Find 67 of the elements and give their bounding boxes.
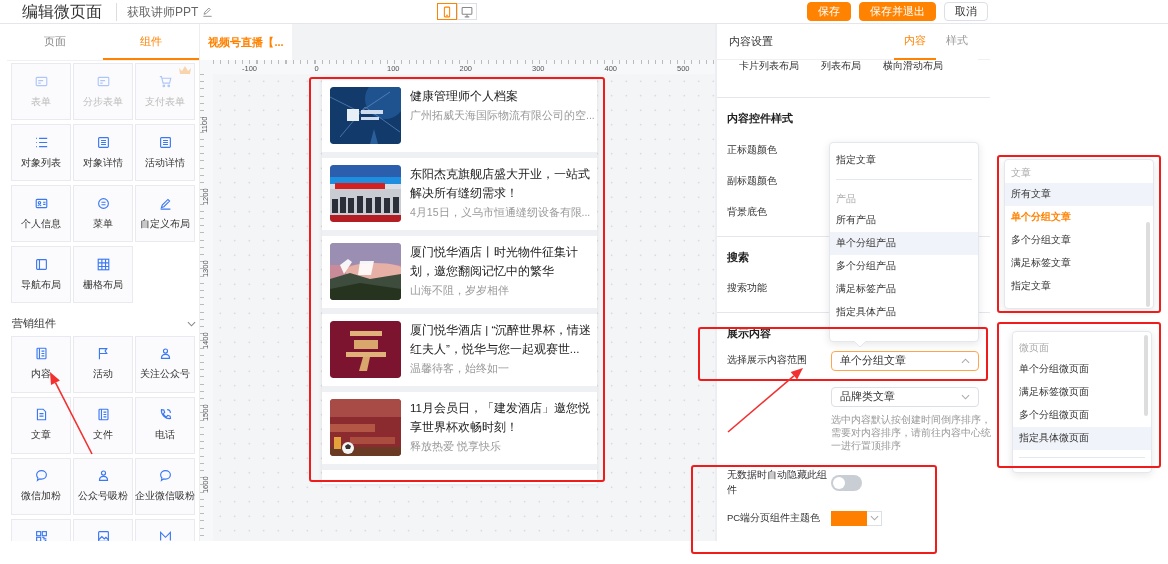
article-title: 厦门悦华酒店丨时光物件征集计划，邀您翻阅记忆中的繁华 (410, 245, 579, 279)
field-label: 正标题颜色 (727, 142, 777, 157)
component-tile[interactable]: 文章 (11, 396, 71, 454)
article-summary: 温馨待客，始终如一 (410, 361, 510, 376)
article-title: 厦门悦华酒店 | “沉醉世界杯，情迷红夫人”，悦华与您一起观赛世... (410, 323, 592, 357)
article-item[interactable]: 11月会员日，「建发酒店」邀您悦享世界杯欢畅时刻！ 释放热爱 悦享快乐 (322, 392, 597, 464)
field-label: 搜索功能 (727, 281, 767, 296)
component-tile[interactable]: 关注公众号 (135, 335, 195, 393)
component-tile[interactable]: 栅格布局 (73, 246, 133, 303)
dropdown-option[interactable]: 多个分组产品 (830, 255, 978, 278)
page-title: 编辑微页面 (22, 1, 102, 22)
field-label: 副标题颜色 (727, 173, 777, 188)
layout-option[interactable]: 卡片列表布局 (739, 60, 799, 97)
group-title: 营销组件 (12, 316, 56, 331)
article-title: 11月会员日，「建发酒店」邀您悦享世界杯欢畅时刻！ (410, 401, 591, 435)
field-label: 背景底色 (727, 204, 767, 219)
article-item[interactable]: 厦门悦华酒店 | “沉醉世界杯，情迷红夫人”，悦华与您一起观赛世... 温馨待客，始终如一 (322, 314, 597, 386)
component-tile[interactable]: 企业微信吸粉 (135, 457, 195, 515)
dropdown-option[interactable]: 指定具体产品 (830, 301, 978, 324)
component-tile[interactable]: 菜单 (73, 185, 133, 242)
option-group-label: 文章 (1010, 165, 1032, 180)
dropdown-option[interactable]: 满足标签文章 (1005, 252, 1153, 275)
component-tile[interactable]: 活动详情 (135, 124, 195, 181)
secondary-button[interactable]: 取消 (944, 2, 988, 21)
field-label: 选择展示内容范围 (727, 353, 808, 368)
article-item[interactable]: 健康管理师个人档案 广州拓威天海国际物流有限公司的空... (322, 80, 597, 152)
field-label: 无数据时自动隐藏此组件 (727, 468, 828, 497)
option-group-label: 微页面 (1018, 340, 1050, 355)
field-label: PC端分页组件主题色 (727, 510, 822, 525)
component-tile[interactable]: 微信加粉 (11, 457, 71, 515)
dropdown-option[interactable]: 指定具体微页面 (1013, 427, 1151, 450)
dropdown-option[interactable]: 多个分组文章 (1005, 229, 1153, 252)
dropdown-option[interactable]: 单个分组产品 (830, 232, 978, 255)
component-tile[interactable]: 电话 (135, 396, 195, 454)
layout-option[interactable]: 列表布局 (821, 60, 861, 97)
page-subtitle[interactable]: 获取讲师PPT (116, 2, 214, 21)
dropdown-option[interactable]: 指定文章 (830, 149, 978, 172)
article-summary: 山海不阻，岁岁相伴 (410, 283, 510, 298)
article-summary: 广州拓威天海国际物流有限公司的空... (410, 108, 595, 123)
dropdown-option[interactable]: 多个分组微页面 (1013, 404, 1151, 427)
component-tile[interactable]: 对象列表 (11, 124, 71, 181)
dropdown-option[interactable]: 指定文章 (1005, 275, 1153, 298)
component-tile[interactable]: 内容 (11, 335, 71, 393)
dropdown-option[interactable]: 所有文章 (1005, 183, 1153, 206)
section-title: 内容控件样式 (727, 111, 794, 126)
dropdown-option[interactable]: 满足标签产品 (830, 278, 978, 301)
component-tile[interactable]: 公众号吸粉 (73, 457, 133, 515)
dropdown-option[interactable]: 所有产品 (830, 209, 978, 232)
article-title: 健康管理师个人档案 (410, 89, 519, 104)
article-summary: 释放热爱 悦享快乐 (410, 439, 502, 454)
article-title: 东阳杰克旗舰店盛大开业，一站式解决所有缝纫需求！ (410, 167, 591, 201)
article-item[interactable]: 厦门悦华酒店丨时光物件征集计划，邀您翻阅记忆中的繁华 山海不阻，岁岁相伴 (322, 236, 597, 308)
component-tile[interactable]: 导航布局 (11, 246, 71, 303)
component-tile[interactable]: 个人信息 (11, 185, 71, 242)
range-select[interactable]: 单个分组文章 (831, 350, 979, 371)
component-tile[interactable]: 自定义布局 (135, 185, 195, 242)
component-tile[interactable]: 文件 (73, 396, 133, 454)
article-item[interactable]: 东阳杰克旗舰店盛大开业，一站式解决所有缝纫需求！ 4月15日，义乌市恒通缝纫设备有限... (322, 158, 597, 230)
dropdown-option[interactable]: 满足标签微页面 (1013, 381, 1151, 404)
component-tile[interactable]: 对象详情 (73, 124, 133, 181)
group-select[interactable]: 品牌类文章 (831, 386, 979, 407)
layout-option[interactable]: 横向滑动布局 (883, 60, 943, 97)
panel-title: 内容设置 (729, 33, 773, 49)
dropdown-option[interactable]: 单个分组微页面 (1013, 358, 1151, 381)
article-summary: 4月15日，义乌市恒通缝纫设备有限... (410, 205, 592, 220)
component-tile[interactable]: 活动 (73, 335, 133, 393)
option-group-label: 产品 (835, 191, 857, 206)
